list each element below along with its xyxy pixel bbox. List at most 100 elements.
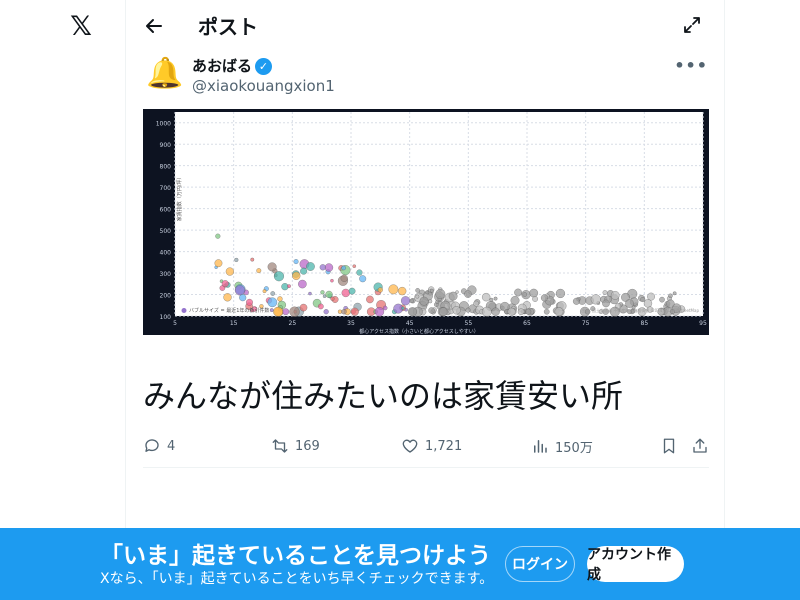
scatter-point bbox=[388, 284, 399, 295]
scatter-point bbox=[435, 289, 446, 299]
scatter-point bbox=[666, 299, 675, 308]
banner-title: 「いま」起きていることを見つけよう bbox=[100, 543, 491, 569]
avatar[interactable]: 🔔 bbox=[146, 56, 183, 92]
scatter-point bbox=[647, 292, 655, 301]
scatter-point bbox=[300, 267, 308, 275]
scatter-point bbox=[273, 271, 284, 282]
scatter-point bbox=[348, 287, 356, 295]
view-count: 150万 bbox=[555, 440, 593, 456]
scatter-point bbox=[356, 269, 363, 276]
author-handle[interactable]: @xiaokouangxion1 bbox=[192, 76, 335, 96]
reply-button[interactable]: 4 bbox=[143, 434, 175, 458]
analytics-icon bbox=[534, 440, 547, 453]
scatter-point bbox=[225, 267, 234, 276]
bookmark-icon bbox=[663, 438, 675, 454]
like-button[interactable]: 1,721 bbox=[401, 434, 462, 458]
post-image-chart[interactable]: 100 200 300 400 500 600 700 800 900 1000 5 15 25 35 45… bbox=[143, 109, 709, 335]
scatter-point bbox=[408, 307, 417, 317]
scatter-point bbox=[340, 274, 348, 282]
scatter-point bbox=[292, 271, 301, 280]
legend-marker bbox=[181, 308, 187, 313]
scatter-point bbox=[415, 294, 420, 299]
views-button[interactable]: 150万 bbox=[531, 434, 593, 458]
scatter-point bbox=[455, 290, 459, 294]
scatter-point bbox=[221, 280, 229, 288]
scatter-chart: 100 200 300 400 500 600 700 800 900 1000 5 15 25 35 45… bbox=[156, 112, 707, 335]
scatter-point bbox=[529, 288, 539, 298]
y-tick-label: 400 bbox=[160, 250, 172, 257]
repost-count: 169 bbox=[295, 438, 320, 454]
scatter-point bbox=[401, 306, 405, 310]
repost-button[interactable]: 169 bbox=[271, 434, 320, 458]
x-tick-label: 75 bbox=[582, 320, 590, 327]
scatter-point bbox=[239, 294, 247, 302]
login-button[interactable]: ログイン bbox=[505, 546, 575, 582]
scatter-point bbox=[464, 290, 472, 298]
scatter-point bbox=[323, 309, 329, 315]
author-name[interactable]: あおばる ✓ bbox=[192, 56, 273, 76]
scatter-point bbox=[517, 308, 525, 315]
scatter-point bbox=[318, 303, 324, 310]
scatter-point bbox=[425, 290, 430, 295]
x-tick-label: 15 bbox=[230, 320, 238, 327]
scatter-point bbox=[262, 289, 267, 294]
scatter-point bbox=[465, 307, 471, 313]
scatter-point bbox=[273, 306, 283, 317]
scatter-point bbox=[532, 296, 538, 302]
scatter-point bbox=[215, 233, 221, 239]
scatter-point bbox=[543, 308, 550, 315]
x-tick-label: 85 bbox=[641, 320, 649, 327]
x-logo-icon[interactable]: 𝕏 bbox=[68, 13, 94, 40]
signup-button[interactable]: アカウント作成 bbox=[587, 546, 684, 583]
post-header: ポスト bbox=[126, 0, 726, 53]
scatter-point bbox=[341, 309, 347, 315]
legend-label: バブルサイズ = 最近1年の新引件数 bbox=[189, 307, 269, 314]
scatter-point bbox=[429, 288, 434, 293]
share-button[interactable] bbox=[691, 434, 709, 458]
scatter-point bbox=[341, 288, 350, 298]
scatter-point bbox=[350, 307, 359, 316]
scatter-point bbox=[267, 297, 278, 308]
scatter-point bbox=[330, 296, 335, 301]
scatter-point bbox=[359, 275, 367, 283]
scatter-point bbox=[322, 294, 327, 298]
y-tick-label: 100 bbox=[160, 314, 172, 321]
scatter-point bbox=[640, 297, 646, 303]
chart-credit: 出典: 国土交通省 不動産取引価格情報 (2024) / OpenStreetM… bbox=[581, 307, 699, 313]
scatter-point bbox=[287, 284, 291, 289]
reply-count: 4 bbox=[167, 438, 176, 454]
scatter-point bbox=[507, 307, 516, 316]
scatter-point bbox=[324, 263, 334, 272]
x-tick-label: 65 bbox=[523, 320, 531, 327]
y-tick-label: 200 bbox=[160, 293, 172, 300]
scatter-point bbox=[352, 264, 356, 268]
scatter-point bbox=[491, 307, 500, 316]
y-axis-label: 家賃指数（万円/坪） bbox=[176, 175, 183, 222]
verified-badge-icon: ✓ bbox=[255, 57, 273, 75]
back-arrow-icon[interactable] bbox=[144, 14, 164, 38]
scatter-point bbox=[214, 259, 223, 268]
scatter-point bbox=[277, 296, 283, 302]
x-tick-label: 5 bbox=[173, 320, 177, 327]
scatter-point bbox=[672, 291, 677, 296]
scatter-point bbox=[428, 307, 435, 314]
scatter-point bbox=[428, 299, 433, 304]
scatter-point bbox=[306, 262, 315, 271]
scatter-point bbox=[341, 265, 346, 271]
banner-subtitle: Xなら、「いま」起きていることをいち早くチェックできます。 bbox=[100, 571, 494, 587]
expand-icon[interactable] bbox=[682, 15, 702, 35]
scatter-point bbox=[289, 306, 300, 317]
scatter-point bbox=[540, 294, 548, 302]
scatter-point bbox=[452, 306, 461, 315]
scatter-point bbox=[514, 288, 522, 297]
scatter-point bbox=[269, 308, 274, 313]
bookmark-button[interactable] bbox=[660, 434, 678, 458]
scatter-point bbox=[267, 262, 277, 272]
more-options-icon[interactable]: ••• bbox=[674, 56, 708, 75]
post-column: ポスト 🔔 あおばる ✓ @xiaokouangxion1 ••• 100 200… bbox=[125, 0, 725, 600]
scatter-point bbox=[256, 268, 262, 274]
y-tick-label: 900 bbox=[160, 142, 172, 149]
plot-area bbox=[175, 112, 703, 316]
scatter-point bbox=[319, 264, 326, 271]
scatter-point bbox=[374, 307, 385, 317]
